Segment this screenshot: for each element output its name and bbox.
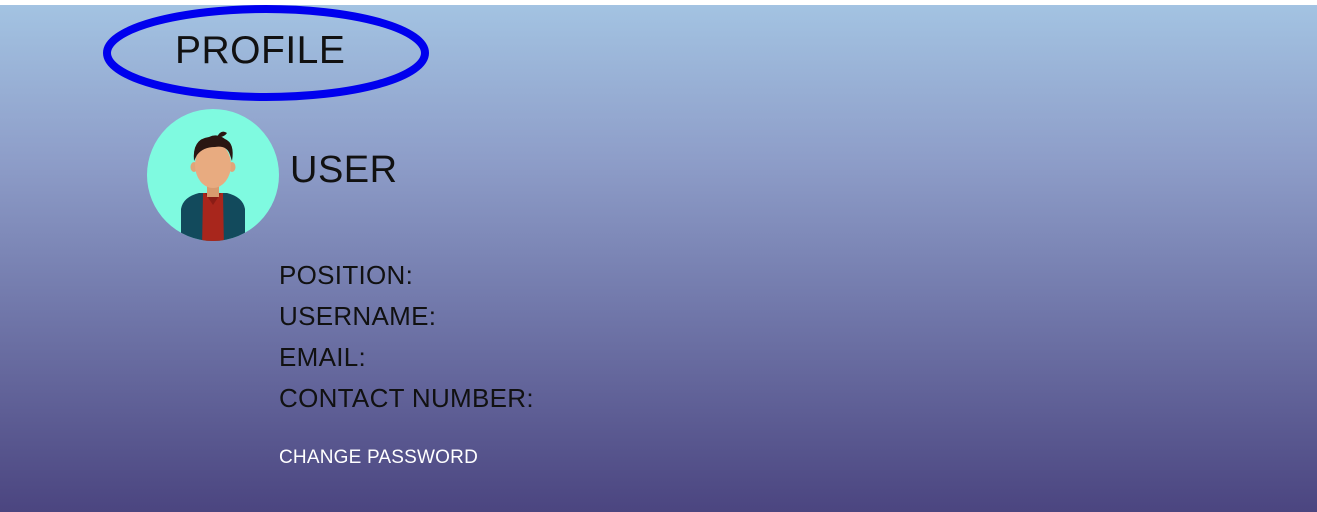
contact-number-label: CONTACT NUMBER: [279,383,534,413]
user-display-name: USER [290,149,398,191]
username-label: USERNAME: [279,301,437,331]
position-label: POSITION: [279,260,414,290]
page-title-area: PROFILE [103,5,429,101]
profile-page: PROFILE USER POSITION: USERNAME: EMAIL: … [0,5,1317,512]
user-avatar-icon [147,109,279,241]
profile-details: POSITION: USERNAME: EMAIL: CONTACT NUMBE… [279,255,534,419]
change-password-link[interactable]: CHANGE PASSWORD [279,446,478,470]
email-label: EMAIL: [279,342,367,372]
page-title: PROFILE [175,29,346,72]
